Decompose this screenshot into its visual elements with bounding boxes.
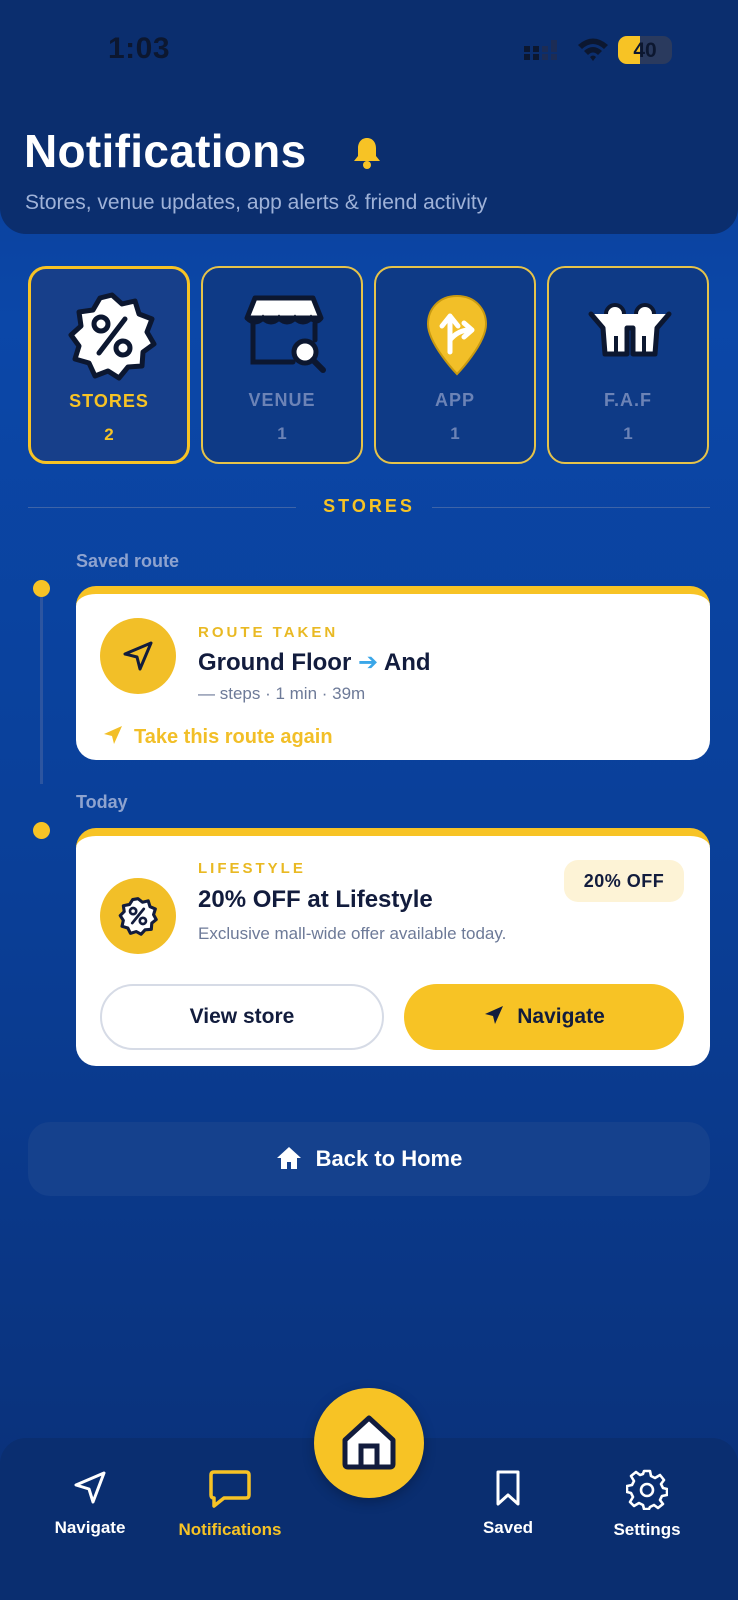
status-time: 1:03 — [108, 32, 171, 65]
tab-faf-label: F.A.F — [604, 390, 652, 410]
navigation-arrow-icon — [123, 641, 153, 671]
home-icon — [276, 1147, 301, 1169]
tab-app-label: APP — [434, 390, 475, 410]
timeline-dot — [33, 822, 50, 839]
percent-badge-icon — [118, 897, 158, 936]
tab-faf-count: 1 — [623, 424, 633, 443]
gear-icon — [626, 1469, 668, 1510]
percent-badge-icon — [68, 292, 157, 381]
discount-badge: 20% OFF — [564, 860, 684, 902]
battery-indicator: 40 — [618, 36, 672, 64]
view-store-button[interactable]: View store — [100, 984, 384, 1050]
tab-saved-label: Saved — [482, 1518, 534, 1537]
offer-eyebrow: LIFESTYLE — [198, 860, 306, 877]
home-icon — [342, 1415, 396, 1470]
offer-description: Exclusive mall-wide offer available toda… — [198, 924, 507, 943]
tab-venue-label: VENUE — [248, 390, 316, 410]
tab-app-count: 1 — [450, 424, 460, 443]
friends-icon — [588, 303, 672, 357]
divider-line-right — [432, 507, 710, 508]
tab-venue[interactable]: VENUE 1 — [201, 266, 363, 464]
cellular-signal-icon — [524, 40, 557, 60]
tab-saved[interactable]: Saved — [433, 1468, 583, 1538]
page-subtitle: Stores, venue updates, app alerts & frie… — [25, 191, 488, 214]
back-to-home-label: Back to Home — [315, 1146, 463, 1171]
tab-app[interactable]: APP 1 — [374, 266, 536, 464]
tab-notifications-label: Notifications — [178, 1520, 282, 1539]
tab-venue-count: 1 — [277, 424, 287, 443]
section-divider: STORES — [28, 496, 710, 520]
bell-icon — [354, 138, 380, 169]
route-icon-circle — [100, 618, 176, 694]
tab-settings-label: Settings — [613, 1520, 681, 1539]
route-eyebrow: ROUTE TAKEN — [198, 624, 339, 641]
battery-level: 40 — [633, 39, 657, 62]
tab-navigate[interactable]: Navigate — [15, 1468, 165, 1538]
category-tabs: STORES 2 VENUE 1 APP 1 F.A.F 1 — [28, 266, 710, 466]
tab-faf[interactable]: F.A.F 1 — [547, 266, 709, 464]
offer-title: 20% OFF at Lifestyle — [198, 886, 433, 913]
navigation-arrow-icon — [485, 1006, 504, 1024]
timeline-dot — [33, 580, 50, 597]
route-title: Ground Floor ➔ And — [198, 648, 431, 677]
bookmark-icon — [496, 1470, 520, 1506]
offer-icon-circle — [100, 878, 176, 954]
map-pin-directions-icon — [426, 294, 488, 376]
timeline-line — [40, 592, 43, 784]
route-meta: — steps · 1 min · 39m — [198, 684, 366, 703]
page-title: Notifications — [24, 125, 307, 177]
storefront-search-icon — [244, 295, 326, 373]
back-to-home-button[interactable]: Back to Home — [28, 1122, 710, 1196]
take-route-again-link[interactable]: Take this route again — [102, 724, 333, 749]
status-bar: 1:03 40 — [0, 0, 738, 100]
navigate-button-label: Navigate — [517, 1005, 605, 1028]
group-label-today: Today — [76, 792, 128, 812]
navigation-arrow-icon — [104, 726, 122, 744]
tab-settings[interactable]: Settings — [572, 1468, 722, 1540]
tab-stores-label: STORES — [69, 391, 149, 411]
tab-navigate-label: Navigate — [54, 1518, 126, 1537]
group-label-saved-route: Saved route — [76, 551, 180, 571]
tab-notifications[interactable]: Notifications — [155, 1468, 305, 1540]
home-button[interactable] — [314, 1388, 424, 1498]
message-icon — [209, 1470, 251, 1508]
offer-card[interactable]: LIFESTYLE 20% OFF at Lifestyle 20% OFF E… — [76, 828, 710, 1066]
tab-stores-count: 2 — [104, 425, 114, 444]
route-card[interactable]: ROUTE TAKEN Ground Floor ➔ And — steps ·… — [76, 586, 710, 760]
tab-stores[interactable]: STORES 2 — [28, 266, 190, 464]
take-route-again-label: Take this route again — [134, 726, 333, 748]
route-arrow-icon: ➔ — [357, 649, 379, 676]
route-from: Ground Floor — [198, 649, 352, 676]
route-to: And — [383, 649, 431, 676]
wifi-icon — [578, 38, 608, 61]
navigate-button[interactable]: Navigate — [404, 984, 684, 1050]
navigation-arrow-icon — [74, 1471, 106, 1504]
